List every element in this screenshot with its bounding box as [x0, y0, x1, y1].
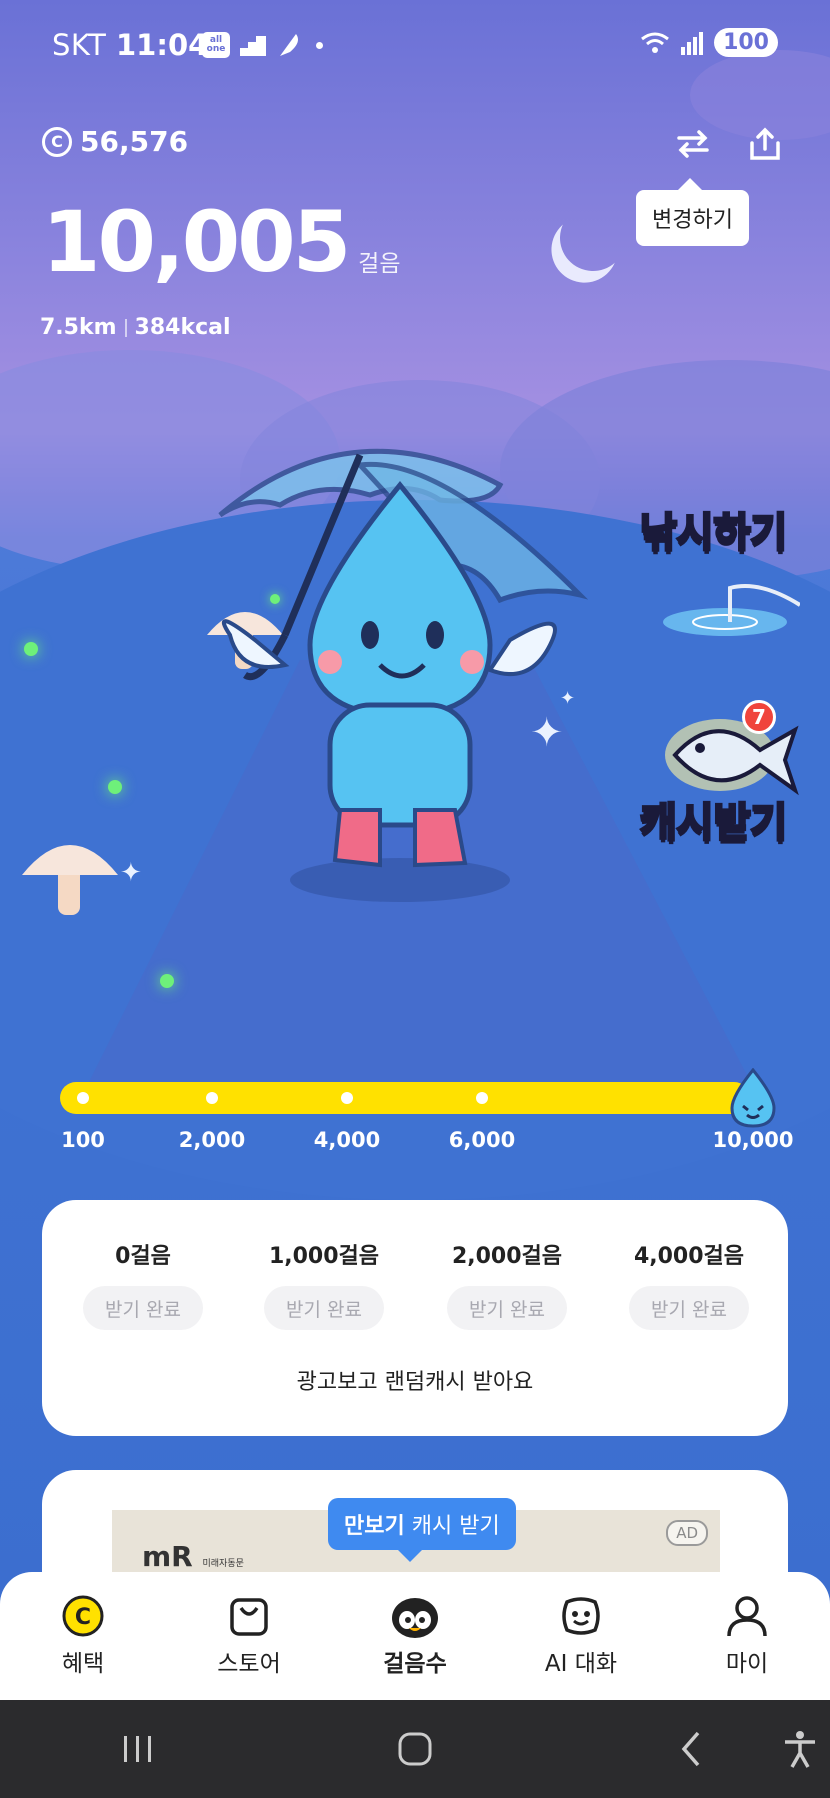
swap-character-button[interactable] [671, 122, 715, 166]
tab-steps[interactable]: 걸음수 [355, 1594, 475, 1678]
battery-indicator: 100 [714, 28, 778, 57]
cash-receive-label: 캐시받기 [638, 799, 788, 848]
tab-store[interactable]: 스토어 [189, 1594, 309, 1678]
advertiser-logo: mR 미래자동문 [142, 1540, 244, 1573]
shopping-bag-icon [230, 1598, 268, 1636]
fish-icon [665, 719, 799, 796]
sparkle-icon: ✦ [560, 688, 576, 709]
ad-random-cash-prompt[interactable]: 광고보고 랜덤캐시 받아요 [42, 1364, 788, 1396]
share-button[interactable] [743, 122, 787, 166]
milestone-claimed-button[interactable]: 받기 완료 [264, 1286, 384, 1330]
divider [124, 318, 127, 337]
milestone-steps-label: 0걸음 [115, 1244, 171, 1269]
milestone-claimed-button[interactable]: 받기 완료 [629, 1286, 749, 1330]
tab-label: 마이 [725, 1651, 769, 1677]
tab-my[interactable]: 마이 [687, 1594, 807, 1678]
step-milestone: 0걸음받기 완료 [53, 1238, 233, 1330]
progress-milestone-label: 100 [61, 1128, 105, 1152]
progress-water-drop-icon [730, 1068, 776, 1128]
wifi-icon [641, 32, 669, 53]
progress-milestone-dot [206, 1092, 218, 1104]
user-icon [727, 1596, 767, 1637]
more-notifications-dot [316, 41, 323, 49]
home-icon[interactable] [395, 1729, 435, 1769]
accessibility-icon[interactable] [780, 1729, 820, 1769]
progress-milestone-dot [341, 1092, 353, 1104]
cash-balance-value: 56,576 [80, 125, 189, 158]
tab-label: 걸음수 [383, 1651, 447, 1677]
system-navigation-bar [0, 1700, 830, 1798]
tab-ai-chat[interactable]: AI 대화 [521, 1594, 641, 1678]
advertiser-logo-text: mR [142, 1540, 193, 1573]
step-unit-label: 걸음 [358, 251, 401, 277]
sparkle-icon: ✦ [530, 710, 564, 756]
penguin-icon [392, 1598, 438, 1638]
water-drop-character [218, 448, 589, 902]
stairs-icon [240, 36, 266, 56]
fishing-pond-icon [663, 584, 800, 636]
feather-icon [280, 34, 298, 56]
moon-decoration [551, 196, 636, 281]
progress-milestone-dot [476, 1092, 488, 1104]
status-notification-icons: all one [202, 32, 323, 58]
carrier-label: SKT [52, 28, 107, 62]
step-milestone: 1,000걸음받기 완료 [234, 1238, 414, 1330]
signal-icon [681, 31, 704, 55]
status-system-icons: 100 [640, 28, 778, 57]
milestone-steps-label: 2,000걸음 [451, 1244, 563, 1269]
recent-apps-icon[interactable] [118, 1732, 158, 1766]
step-progress-bar [60, 1082, 750, 1114]
advertiser-logo-subtext: 미래자동문 [202, 1559, 244, 1569]
allone-app-icon: all one [202, 32, 230, 58]
status-bar: SKT 11:04 all one 100 [0, 22, 830, 72]
milestone-claimed-button[interactable]: 받기 완료 [83, 1286, 203, 1330]
firefly [24, 642, 38, 656]
tab-label: AI 대화 [544, 1651, 618, 1677]
fishing-button[interactable]: 낚시하기 [638, 500, 810, 650]
svg-text:C: C [75, 1605, 91, 1630]
milestone-steps-label: 1,000걸음 [268, 1244, 380, 1269]
clock-label: 11:04 [116, 28, 209, 62]
progress-milestone-dot [77, 1092, 89, 1104]
firefly [160, 974, 174, 988]
ad-badge: AD [666, 1520, 708, 1546]
fishing-label: 낚시하기 [638, 509, 788, 558]
pedometer-tooltip-bold: 만보기 [344, 1514, 405, 1539]
step-counter: 10,005 걸음 [42, 200, 400, 284]
distance-value: 7.5km [40, 315, 117, 340]
sparkle-icon: ✦ [120, 858, 142, 888]
coin-icon: C [62, 1595, 104, 1637]
back-icon[interactable] [672, 1729, 712, 1769]
milestone-steps-label: 4,000걸음 [633, 1244, 745, 1269]
firefly [108, 780, 122, 794]
step-milestone: 4,000걸음받기 완료 [599, 1238, 779, 1330]
change-tooltip[interactable]: 변경하기 [636, 178, 749, 246]
tab-benefits[interactable]: C 혜택 [23, 1594, 143, 1678]
cash-balance[interactable]: C 56,576 [42, 125, 188, 158]
pedometer-cash-tooltip[interactable]: 만보기 캐시 받기 [328, 1498, 516, 1562]
bottom-tab-bar: C 혜택 스토어 걸음수 AI 대화 마이 [0, 1572, 830, 1700]
progress-milestone-label: 6,000 [448, 1128, 516, 1152]
activity-summary: 7.5km 384kcal [40, 315, 231, 340]
calories-value: 384kcal [134, 315, 231, 340]
progress-milestone-label: 4,000 [313, 1128, 381, 1152]
step-milestone: 2,000걸음받기 완료 [417, 1238, 597, 1330]
cash-receive-button[interactable]: 캐시받기 [638, 690, 815, 850]
tab-label: 혜택 [61, 1651, 105, 1677]
step-rewards-card: 0걸음 받기 완료 1,000걸음 받기 완료 2,000걸음 받기 완료 4,000걸음 받… [42, 1200, 788, 1436]
mushroom-decoration [22, 845, 118, 915]
progress-milestone-label: 10,000 [712, 1128, 794, 1152]
swap-icon [677, 130, 709, 158]
progress-milestone-label: 2,000 [178, 1128, 246, 1152]
cash-count-badge: 7 [742, 700, 776, 734]
tab-label: 스토어 [217, 1651, 281, 1677]
step-count-value: 10,005 [42, 193, 351, 291]
ai-chat-icon [562, 1597, 600, 1635]
pedometer-tooltip-text: 캐시 받기 [411, 1514, 500, 1539]
milestone-claimed-button[interactable]: 받기 완료 [447, 1286, 567, 1330]
share-icon [750, 127, 780, 160]
cash-coin-icon: C [42, 126, 72, 157]
